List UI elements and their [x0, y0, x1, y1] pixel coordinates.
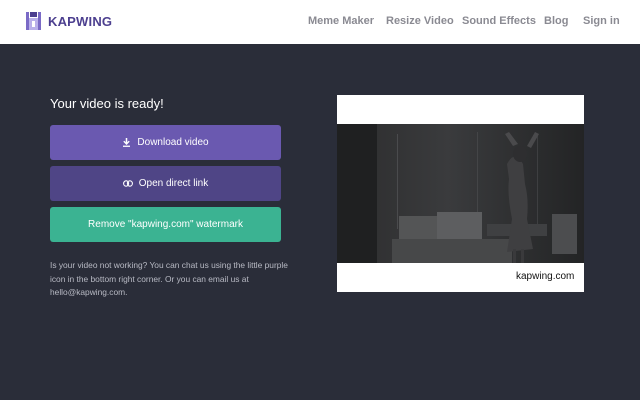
video-preview[interactable]: [337, 124, 584, 263]
nav-meme-maker[interactable]: Meme Maker: [308, 15, 374, 27]
remove-watermark-button[interactable]: Remove "kapwing.com" watermark: [50, 207, 281, 242]
link-icon: [122, 180, 133, 187]
page-title: Your video is ready!: [50, 96, 164, 111]
help-text: Is your video not working? You can chat …: [50, 260, 288, 297]
download-icon: [123, 138, 131, 147]
download-video-label: Download video: [137, 137, 209, 148]
nav-blog[interactable]: Blog: [544, 15, 568, 27]
nav-sign-in[interactable]: Sign in: [583, 15, 620, 27]
kapwing-logo[interactable]: KAPWING: [26, 12, 112, 30]
download-video-button[interactable]: Download video: [50, 125, 281, 160]
open-direct-link-button[interactable]: Open direct link: [50, 166, 281, 201]
nav-sound-effects[interactable]: Sound Effects: [462, 15, 536, 27]
remove-watermark-label: Remove "kapwing.com" watermark: [88, 219, 243, 230]
watermark-text: kapwing.com: [516, 271, 575, 282]
kapwing-logo-icon: [26, 12, 41, 30]
nav-resize-video[interactable]: Resize Video: [386, 15, 454, 27]
open-direct-link-label: Open direct link: [138, 178, 209, 189]
brand-name: KAPWING: [48, 13, 113, 29]
top-navigation-bar: KAPWING Meme Maker Resize Video Sound Ef…: [0, 0, 640, 44]
